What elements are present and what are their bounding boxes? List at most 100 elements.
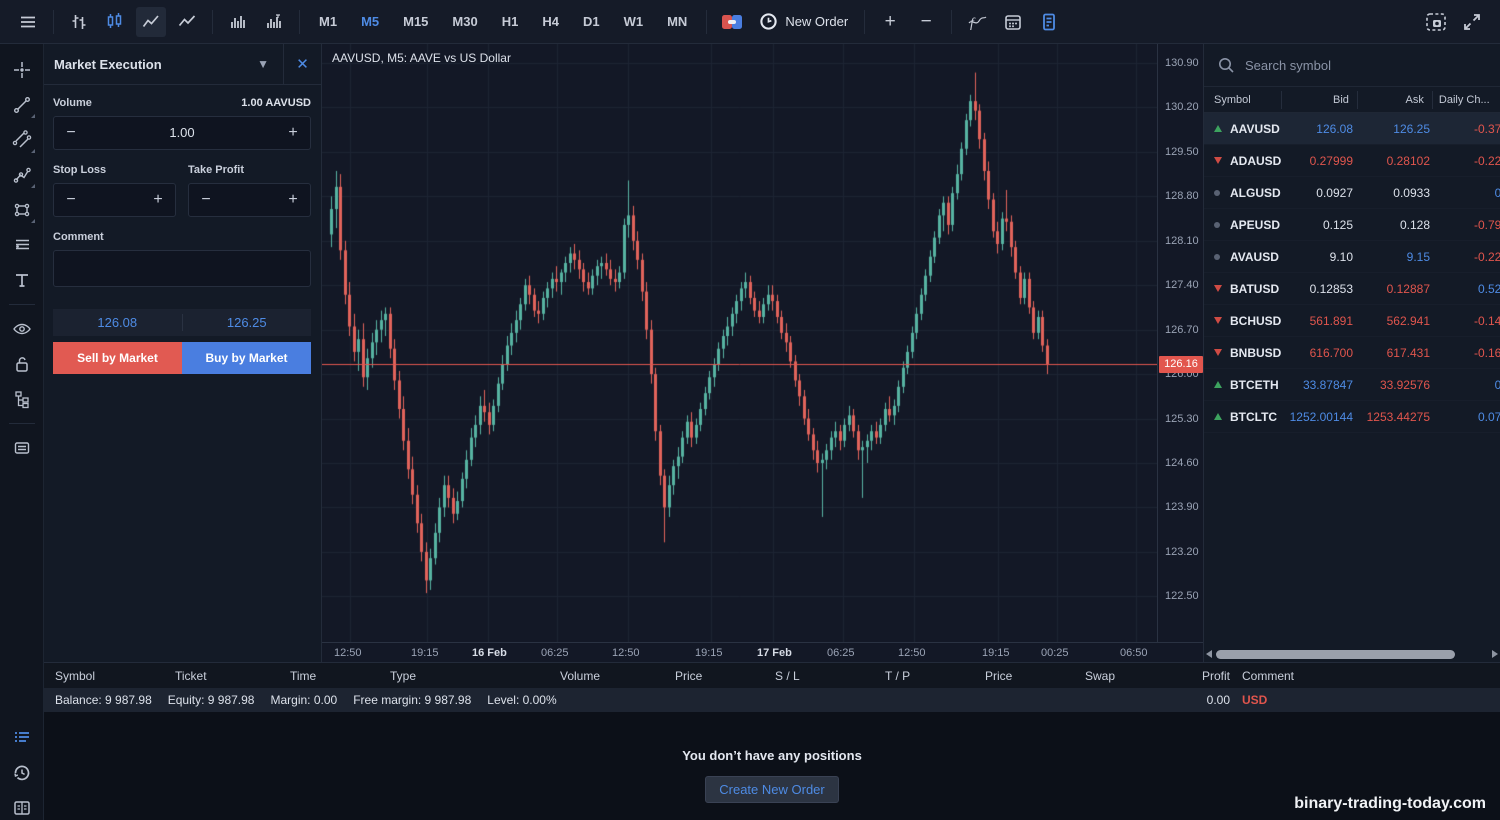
volume-decrease-button[interactable]: − (54, 124, 88, 142)
column-header-ask[interactable]: Ask (1357, 91, 1432, 109)
chevron-down-icon[interactable]: ▼ (243, 57, 283, 71)
ask-price: 0.28102 (1361, 154, 1438, 168)
trendline-tool-button[interactable] (7, 90, 37, 120)
column-header-bid[interactable]: Bid (1281, 91, 1357, 109)
close-panel-button[interactable]: ✕ (283, 44, 321, 85)
watch-row-bnbusd[interactable]: BNBUSD616.700617.431-0.16% (1204, 337, 1500, 369)
positions-column-volume[interactable]: Volume (560, 669, 675, 683)
watch-row-bchusd[interactable]: BCHUSD561.891562.941-0.14% (1204, 305, 1500, 337)
volumes-button[interactable] (223, 7, 253, 37)
positions-panel: SymbolTicketTimeTypeVolumePriceS / LT / … (44, 662, 1500, 820)
area-chart-type-button[interactable] (136, 7, 166, 37)
positions-column-t-p[interactable]: T / P (885, 669, 985, 683)
horizontal-scrollbar[interactable] (1206, 649, 1498, 659)
indicators-button[interactable]: f (962, 7, 992, 37)
timeframe-w1[interactable]: W1 (615, 7, 653, 37)
positions-column-profit[interactable]: Profit (1190, 669, 1230, 683)
object-tree-button[interactable] (7, 384, 37, 414)
trendline-icon (12, 95, 32, 115)
positions-column-price[interactable]: Price (985, 669, 1085, 683)
no-positions-message: You don’t have any positions (682, 748, 862, 763)
candles-chart-type-button[interactable] (100, 7, 130, 37)
watch-row-avausd[interactable]: AVAUSD9.109.15-0.22% (1204, 241, 1500, 273)
price-tick-label: 128.80 (1165, 190, 1199, 202)
one-click-trading-button[interactable] (717, 7, 747, 37)
timeframe-h4[interactable]: H4 (533, 7, 568, 37)
watch-row-btcltc[interactable]: BTCLTC1252.001441253.442750.07% (1204, 401, 1500, 433)
positions-column-symbol[interactable]: Symbol (55, 669, 175, 683)
scroll-right-icon[interactable] (1492, 650, 1498, 658)
text-tool-button[interactable] (7, 265, 37, 295)
stop-loss-decrease-button[interactable]: − (54, 191, 88, 209)
positions-column-s-l[interactable]: S / L (775, 669, 885, 683)
positions-column-price[interactable]: Price (675, 669, 775, 683)
economic-calendar-button[interactable] (998, 7, 1028, 37)
time-axis[interactable]: 12:5019:1516 Feb06:2512:5019:1517 Feb06:… (322, 642, 1203, 662)
menu-button[interactable] (13, 7, 43, 37)
watch-row-batusd[interactable]: BATUSD0.128530.128870.52% (1204, 273, 1500, 305)
history-tab-button[interactable] (7, 758, 37, 788)
fullscreen-button[interactable] (1457, 7, 1487, 37)
comment-input[interactable] (53, 250, 311, 287)
timeframe-h1[interactable]: H1 (493, 7, 528, 37)
timeframe-m5[interactable]: M5 (352, 7, 388, 37)
timeframe-m1[interactable]: M1 (310, 7, 346, 37)
trade-tab-button[interactable] (7, 723, 37, 753)
crosshair-tool-button[interactable] (7, 55, 37, 85)
zoom-in-button[interactable]: + (875, 7, 905, 37)
positions-column-type[interactable]: Type (390, 669, 560, 683)
time-tick-label: 19:15 (695, 647, 723, 659)
lock-objects-button[interactable] (7, 349, 37, 379)
line-chart-type-button[interactable] (172, 7, 202, 37)
watch-row-adausd[interactable]: ADAUSD0.279990.28102-0.22% (1204, 145, 1500, 177)
timeframe-mn[interactable]: MN (658, 7, 696, 37)
scrollbar-thumb[interactable] (1216, 650, 1455, 659)
new-order-button[interactable]: New Order (753, 7, 854, 37)
daily-change: 0% (1438, 378, 1500, 392)
hide-objects-button[interactable] (7, 314, 37, 344)
watch-row-btceth[interactable]: BTCETH33.8784733.925760% (1204, 369, 1500, 401)
candlestick-chart[interactable] (322, 44, 1157, 642)
ask-price: 0.12887 (1361, 282, 1438, 296)
tick-volumes-button[interactable] (259, 7, 289, 37)
ask-price: 562.941 (1361, 314, 1438, 328)
journal-tab-button[interactable] (7, 793, 37, 820)
chart-area: AAVUSD, M5: AAVE vs US Dollar 130.90130.… (322, 44, 1203, 662)
volume-increase-button[interactable]: + (276, 124, 310, 142)
polyline-tool-button[interactable] (7, 160, 37, 190)
levels-tool-button[interactable] (7, 230, 37, 260)
scroll-left-icon[interactable] (1206, 650, 1212, 658)
timeframe-m15[interactable]: M15 (394, 7, 437, 37)
objects-list-button[interactable] (1034, 7, 1064, 37)
symbol-name: APEUSD (1230, 218, 1283, 232)
stop-loss-increase-button[interactable]: + (141, 191, 175, 209)
watch-row-apeusd[interactable]: APEUSD0.1250.128-0.79% (1204, 209, 1500, 241)
ask-price: 0.0933 (1361, 186, 1438, 200)
positions-column-swap[interactable]: Swap (1085, 669, 1190, 683)
remove-objects-button[interactable] (7, 433, 37, 463)
column-header-daily-ch-[interactable]: Daily Ch... (1432, 91, 1500, 109)
positions-column-comment[interactable]: Comment (1242, 669, 1500, 683)
zoom-out-button[interactable]: − (911, 7, 941, 37)
positions-column-time[interactable]: Time (290, 669, 390, 683)
price-axis[interactable]: 130.90130.20129.50128.80128.10127.40126.… (1157, 44, 1203, 642)
bid-price: 9.10 (1283, 250, 1361, 264)
buy-by-market-button[interactable]: Buy by Market (182, 342, 311, 374)
daily-change: -0.79% (1438, 218, 1500, 232)
timeframe-m30[interactable]: M30 (443, 7, 486, 37)
create-new-order-button[interactable]: Create New Order (705, 776, 838, 803)
take-profit-increase-button[interactable]: + (276, 191, 310, 209)
sell-by-market-button[interactable]: Sell by Market (53, 342, 182, 374)
positions-column-ticket[interactable]: Ticket (175, 669, 290, 683)
column-header-symbol[interactable]: Symbol (1204, 91, 1281, 109)
take-profit-decrease-button[interactable]: − (189, 191, 223, 209)
channel-tool-button[interactable] (7, 125, 37, 155)
bars-chart-type-button[interactable] (64, 7, 94, 37)
screenshot-button[interactable] (1421, 7, 1451, 37)
watch-row-aavusd[interactable]: AAVUSD126.08126.25-0.37% (1204, 113, 1500, 145)
watch-row-algusd[interactable]: ALGUSD0.09270.09330% (1204, 177, 1500, 209)
timeframe-d1[interactable]: D1 (574, 7, 609, 37)
shapes-tool-button[interactable] (7, 195, 37, 225)
volume-input[interactable] (88, 125, 276, 140)
search-symbol-input[interactable] (1245, 58, 1445, 73)
